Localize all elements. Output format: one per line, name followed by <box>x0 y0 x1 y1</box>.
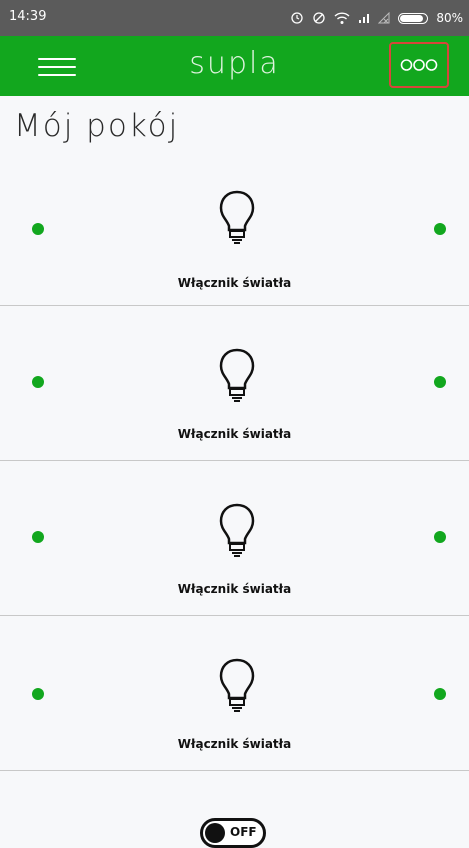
switch-state: OFF <box>230 825 257 839</box>
channel-row[interactable]: Włącznik światła <box>0 616 469 771</box>
channel-caption: Włącznik światła <box>177 276 292 290</box>
right-status-dot <box>434 531 446 543</box>
no-signal-icon <box>378 12 390 24</box>
status-time: 14:39 <box>9 9 47 24</box>
left-status-dot <box>32 531 44 543</box>
channel-row[interactable]: Włącznik światła <box>0 461 469 616</box>
channel-row[interactable]: Włącznik światła <box>0 306 469 461</box>
light-bulb-icon <box>219 190 255 250</box>
channel-caption: Włącznik światła <box>177 427 292 441</box>
signal-icon <box>358 12 370 24</box>
right-status-dot <box>434 223 446 235</box>
battery-icon <box>398 12 429 24</box>
channel-caption: Włącznik światła <box>177 737 292 751</box>
switch-knob <box>205 823 225 843</box>
battery-percent: 80% <box>436 11 463 25</box>
right-status-dot <box>434 376 446 388</box>
right-status-dot <box>434 688 446 700</box>
status-bar: 14:39 80% <box>0 0 469 36</box>
three-circles-icon <box>400 58 438 72</box>
wifi-icon <box>334 11 350 25</box>
do-not-disturb-icon <box>312 11 326 25</box>
left-status-dot <box>32 376 44 388</box>
location-title: Mój pokój <box>14 108 180 144</box>
channel-caption: Włącznik światła <box>177 582 292 596</box>
channel-row[interactable]: Włącznik światła <box>0 158 469 306</box>
light-bulb-icon <box>219 348 255 408</box>
left-status-dot <box>32 223 44 235</box>
alarm-icon <box>290 11 304 25</box>
status-icons: 80% <box>290 8 463 28</box>
location-header[interactable]: Mój pokój <box>0 96 469 159</box>
light-bulb-icon <box>219 658 255 718</box>
more-options-button[interactable] <box>389 42 449 88</box>
light-bulb-icon <box>219 503 255 563</box>
toggle-switch-icon[interactable]: OFF <box>200 818 266 848</box>
left-status-dot <box>32 688 44 700</box>
